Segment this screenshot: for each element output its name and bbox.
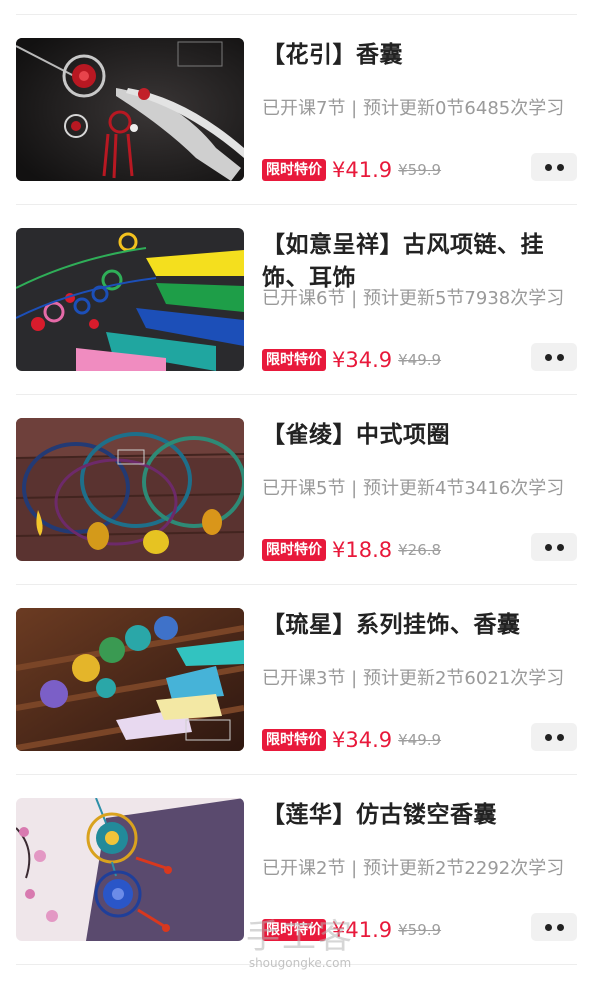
more-dots-icon (556, 923, 564, 931)
more-dots-icon (556, 163, 564, 171)
sale-price: ¥41.9 (332, 918, 393, 942)
course-title[interactable]: 【琉星】系列挂饰、香囊 (262, 609, 578, 642)
sale-price: ¥18.8 (332, 538, 393, 562)
sale-price: ¥34.9 (332, 348, 393, 372)
more-button[interactable] (531, 913, 577, 941)
promo-badge: 限时特价 (262, 349, 326, 371)
course-title[interactable]: 【花引】香囊 (262, 39, 578, 72)
course-item[interactable]: 【琉星】系列挂饰、香囊 已开课3节 | 预计更新2节6021次学习 限时特价 ¥… (16, 585, 577, 775)
course-thumbnail[interactable] (16, 228, 244, 371)
course-title[interactable]: 【莲华】仿古镂空香囊 (262, 799, 578, 832)
course-meta: 已开课6节 | 预计更新5节7938次学习 (262, 288, 565, 309)
course-thumbnail[interactable] (16, 798, 244, 941)
more-button[interactable] (531, 723, 577, 751)
more-dots-icon (544, 353, 552, 361)
course-item[interactable]: 【雀绫】中式项圈 已开课5节 | 预计更新4节3416次学习 限时特价 ¥18.… (16, 395, 577, 585)
original-price: ¥59.9 (398, 161, 442, 179)
more-dots-icon (544, 543, 552, 551)
sale-price: ¥34.9 (332, 728, 393, 752)
more-dots-icon (556, 353, 564, 361)
original-price: ¥59.9 (398, 921, 442, 939)
course-meta: 已开课5节 | 预计更新4节3416次学习 (262, 478, 565, 499)
course-thumbnail[interactable] (16, 608, 244, 751)
more-dots-icon (544, 733, 552, 741)
more-dots-icon (556, 733, 564, 741)
more-button[interactable] (531, 343, 577, 371)
promo-badge: 限时特价 (262, 729, 326, 751)
price-row: 限时特价 ¥34.9 ¥49.9 (262, 727, 441, 753)
course-item[interactable]: 【花引】香囊 已开课7节 | 预计更新0节6485次学习 限时特价 ¥41.9 … (16, 15, 577, 205)
course-list: 【花引】香囊 已开课7节 | 预计更新0节6485次学习 限时特价 ¥41.9 … (0, 15, 593, 965)
more-dots-icon (544, 923, 552, 931)
course-meta: 已开课2节 | 预计更新2节2292次学习 (262, 858, 565, 879)
promo-badge: 限时特价 (262, 159, 326, 181)
original-price: ¥26.8 (398, 541, 442, 559)
price-row: 限时特价 ¥34.9 ¥49.9 (262, 347, 441, 373)
original-price: ¥49.9 (398, 731, 442, 749)
course-title[interactable]: 【如意呈祥】古风项链、挂饰、耳饰 (262, 229, 578, 295)
course-thumbnail[interactable] (16, 38, 244, 181)
more-dots-icon (556, 543, 564, 551)
course-meta: 已开课7节 | 预计更新0节6485次学习 (262, 98, 565, 119)
more-dots-icon (544, 163, 552, 171)
original-price: ¥49.9 (398, 351, 442, 369)
course-item[interactable]: 【莲华】仿古镂空香囊 已开课2节 | 预计更新2节2292次学习 限时特价 ¥4… (16, 775, 577, 965)
course-meta: 已开课3节 | 预计更新2节6021次学习 (262, 668, 565, 689)
price-row: 限时特价 ¥41.9 ¥59.9 (262, 917, 441, 943)
more-button[interactable] (531, 533, 577, 561)
sale-price: ¥41.9 (332, 158, 393, 182)
price-row: 限时特价 ¥18.8 ¥26.8 (262, 537, 441, 563)
more-button[interactable] (531, 153, 577, 181)
promo-badge: 限时特价 (262, 919, 326, 941)
promo-badge: 限时特价 (262, 539, 326, 561)
course-title[interactable]: 【雀绫】中式项圈 (262, 419, 578, 452)
course-item[interactable]: 【如意呈祥】古风项链、挂饰、耳饰 已开课6节 | 预计更新5节7938次学习 限… (16, 205, 577, 395)
price-row: 限时特价 ¥41.9 ¥59.9 (262, 157, 441, 183)
course-thumbnail[interactable] (16, 418, 244, 561)
